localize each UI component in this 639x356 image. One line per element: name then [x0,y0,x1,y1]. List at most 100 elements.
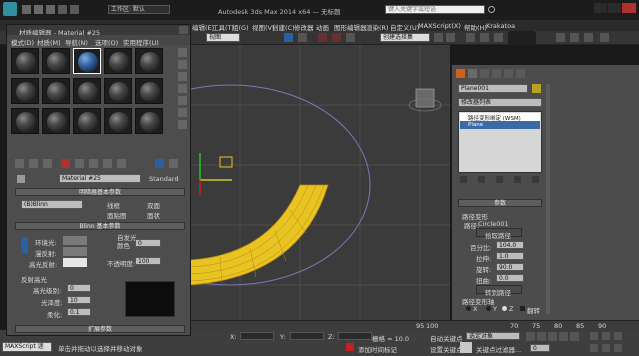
glossiness-spinner[interactable]: 10 [67,296,91,304]
undo-icon[interactable] [58,5,67,14]
uv-tiling-icon[interactable] [178,84,187,93]
sample-slot[interactable] [11,48,39,74]
zoom-extents-icon[interactable] [614,332,622,340]
search-input[interactable]: 键入关键字或短语 [385,5,485,14]
sample-slot[interactable] [135,48,163,74]
angle-snap-icon[interactable] [332,33,341,42]
render-frame-icon[interactable] [570,33,579,42]
me-menu-options[interactable]: 选项(O) [95,37,118,47]
put-to-scene-icon[interactable] [29,159,38,168]
menu-item-maxscript[interactable]: MAXScript(X) [418,22,461,30]
params-rollout-header[interactable]: 参数 [458,199,542,207]
material-editor-close-button[interactable] [179,26,188,34]
modify-tab-icon[interactable] [468,69,477,78]
lock-ambient-diffuse-button[interactable] [21,237,28,253]
face-map-checkbox[interactable]: 面贴图 [107,210,127,220]
pin-stack-icon[interactable] [460,176,467,183]
specular-level-spinner[interactable]: 0 [67,284,91,292]
save-file-icon[interactable] [46,5,55,14]
wire-checkbox[interactable]: 线框 [107,200,120,210]
select-rotate-icon[interactable] [298,33,307,42]
sample-slot[interactable] [11,78,39,104]
options-icon[interactable] [178,120,187,129]
shader-dropdown[interactable]: (B)Blinn [21,200,83,209]
object-color-swatch[interactable] [532,84,541,93]
app-logo-icon[interactable] [3,2,17,16]
copy-material-icon[interactable] [75,159,84,168]
faceted-checkbox[interactable]: 面状 [147,210,160,220]
specular-color-swatch[interactable] [63,258,87,267]
me-menu-material[interactable]: 材质(M) [37,37,61,47]
z-coord-field[interactable] [338,332,372,340]
video-color-check-icon[interactable] [178,96,187,105]
layer-manager-icon[interactable] [466,33,475,42]
orbit-icon[interactable] [602,344,610,352]
schematic-view-icon[interactable] [494,33,503,42]
sample-slot[interactable] [73,78,101,104]
material-type-button[interactable]: Standard [149,175,179,183]
stretch-spinner[interactable]: 1.0 [496,252,524,260]
snap-toggle-icon[interactable] [318,33,327,42]
rotation-spinner[interactable]: 90.0 [496,263,524,271]
material-id-icon[interactable] [117,159,126,168]
pick-path-button[interactable]: 拾取路径 [476,228,522,240]
extended-params-rollout-header[interactable]: 扩展参数 [15,325,185,333]
redo-icon[interactable] [70,5,79,14]
object-name-field[interactable]: Plane001 [458,84,528,93]
sample-slot[interactable] [135,108,163,134]
time-slider-track[interactable]: 0 70 75 80 85 90 95 100 [180,320,639,330]
display-tab-icon[interactable] [504,69,513,78]
command-panel-scrollbar[interactable] [546,84,550,314]
sample-slot[interactable] [104,108,132,134]
sample-slot[interactable] [42,48,70,74]
curve-editor-icon[interactable] [480,33,489,42]
put-to-library-icon[interactable] [103,159,112,168]
deformed-plane-mesh[interactable] [189,184,329,286]
eyedropper-icon[interactable] [17,175,25,183]
shader-rollout-header[interactable]: 明暗器基本参数 [15,188,185,196]
zoom-icon[interactable] [590,332,598,340]
workspace-dropdown[interactable]: 工作区: 默认 [108,5,170,14]
sample-slot[interactable] [104,48,132,74]
select-move-icon[interactable] [284,33,293,42]
gizmo-plane-handle[interactable] [219,156,233,168]
set-key-button[interactable] [460,342,472,353]
sample-slot[interactable] [104,78,132,104]
render-production-icon[interactable] [584,33,593,42]
add-time-tag-button[interactable]: 添加时间标记 [358,344,397,354]
sample-slot[interactable] [42,78,70,104]
go-to-end-icon[interactable] [570,332,579,341]
modifier-list-dropdown[interactable]: 修改器列表 [458,98,542,107]
twist-spinner[interactable]: 0.0 [496,274,524,282]
material-editor-window[interactable]: 材质编辑器 - Material #25 模式(D) 材质(M) 导航(N) 选… [6,24,191,336]
opacity-spinner[interactable]: 100 [135,257,161,265]
pan-icon[interactable] [590,344,598,352]
make-unique-material-icon[interactable] [89,159,98,168]
hierarchy-tab-icon[interactable] [480,69,489,78]
make-unique-icon[interactable] [496,176,503,183]
configure-sets-icon[interactable] [532,176,539,183]
two-sided-checkbox[interactable]: 双面 [147,200,160,210]
maximize-button[interactable] [608,3,621,13]
view-dropdown[interactable]: 视图 [206,33,240,42]
stack-item-plane[interactable]: Plane [460,121,540,129]
selected-dropdown[interactable]: 选定对象 [466,332,520,340]
me-menu-utilities[interactable]: 实用程序(U) [123,37,159,47]
key-filters-button[interactable]: 关键点过滤器... [476,344,521,354]
blinn-rollout-header[interactable]: Blinn 基本参数 [15,222,185,230]
make-preview-icon[interactable] [178,108,187,117]
sample-slot[interactable] [135,78,163,104]
go-to-start-icon[interactable] [526,332,535,341]
render-teapot-icon[interactable] [600,33,609,42]
flip-checkbox[interactable]: 翻转 [520,305,544,315]
new-file-icon[interactable] [22,5,31,14]
minimize-button[interactable] [594,3,607,13]
sample-slot-active[interactable] [73,48,101,74]
mirror-icon[interactable] [434,33,443,42]
current-frame-field[interactable]: 0 [530,344,550,352]
me-menu-mode[interactable]: 模式(D) [11,37,34,47]
motion-tab-icon[interactable] [492,69,501,78]
add-time-tag-icon[interactable] [346,343,354,351]
remove-modifier-icon[interactable] [514,176,521,183]
get-material-icon[interactable] [15,159,24,168]
